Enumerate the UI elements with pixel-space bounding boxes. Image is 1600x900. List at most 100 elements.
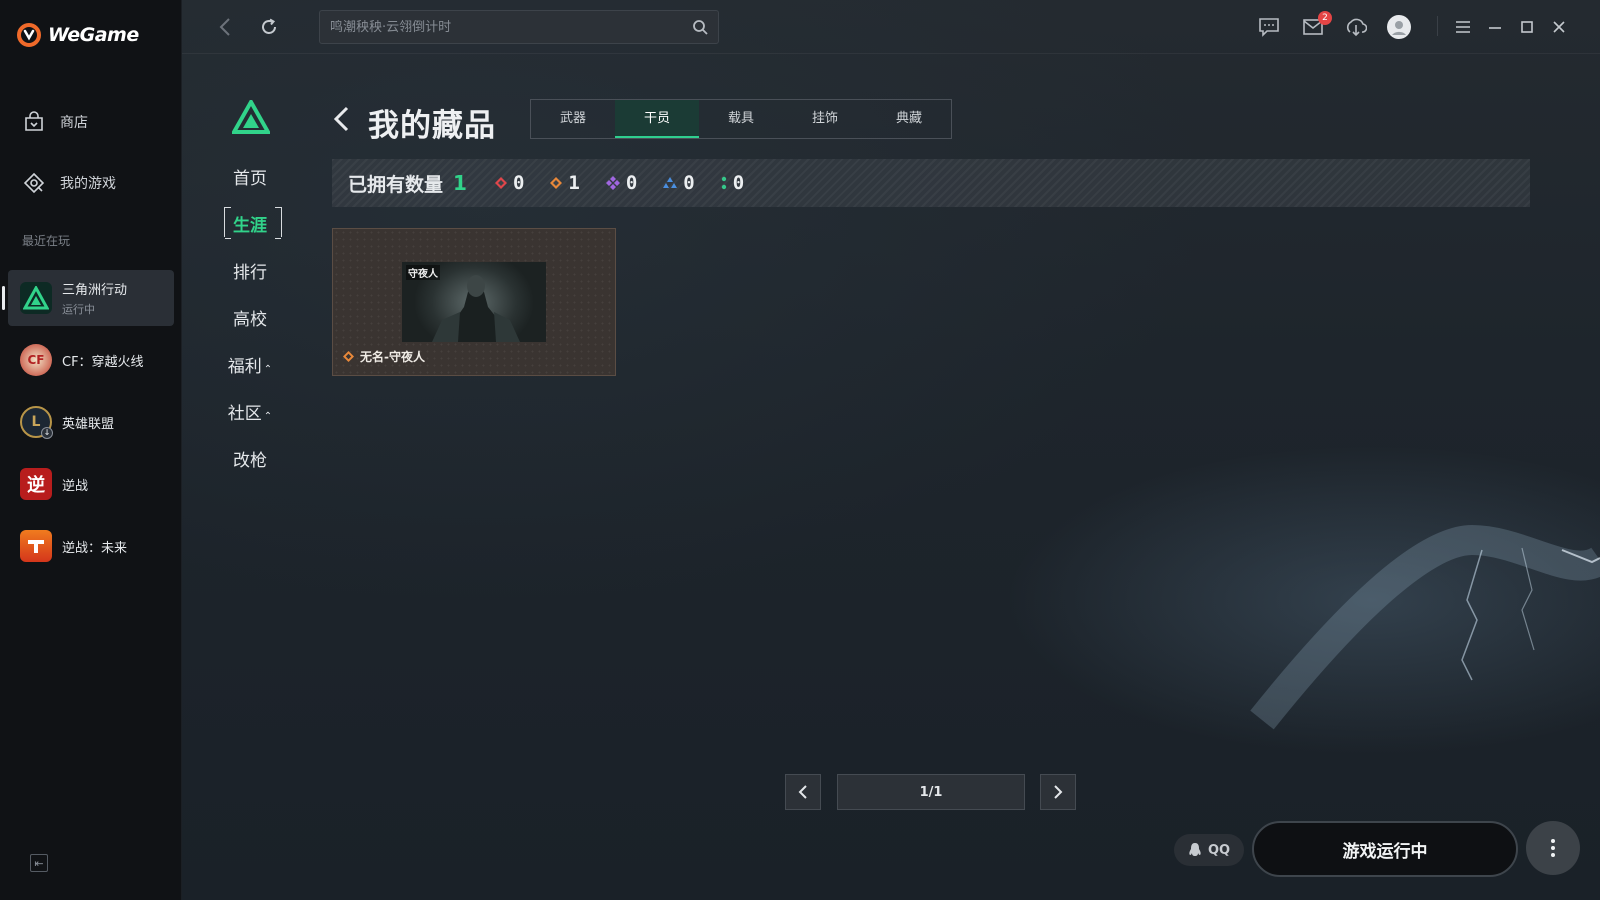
wegame-logo-icon	[17, 23, 41, 47]
next-page-button[interactable]	[1040, 774, 1076, 810]
back-icon	[219, 18, 230, 36]
mail-button[interactable]: 2	[1300, 11, 1332, 40]
sidebar-item-my-games[interactable]: 我的游戏	[22, 171, 116, 195]
wegame-logo[interactable]: WeGame	[16, 22, 139, 48]
game-name: 英雄联盟	[62, 416, 115, 432]
refresh-icon	[262, 18, 276, 34]
dots-icon	[721, 176, 726, 190]
rarity-count: 0	[732, 172, 745, 194]
page-title: 我的藏品	[368, 108, 496, 144]
game-nav-home[interactable]: 首页	[220, 164, 280, 189]
tab-operators[interactable]: 干员	[615, 100, 699, 138]
owned-count-value: 1	[453, 171, 467, 195]
main-area: 2 首页 生涯 排行 高校 福利⌃ 社区⌃ 改枪 我的藏品	[182, 0, 1600, 900]
game-nav-career[interactable]: 生涯	[220, 211, 280, 236]
game-name: 逆战：未来	[62, 540, 128, 556]
sidebar-game-crossfire[interactable]: CF CF：穿越火线	[8, 332, 174, 388]
brand-name: WeGame	[48, 24, 139, 46]
owned-stats-bar: 已拥有数量 1 0 1 0 0 0	[332, 159, 1530, 207]
back-nav-button[interactable]	[212, 14, 238, 40]
prev-page-button[interactable]	[785, 774, 821, 810]
game-nav-label: 福利	[227, 357, 262, 377]
rarity-blue: 0	[663, 172, 695, 194]
qq-button[interactable]: QQ	[1174, 834, 1244, 866]
store-bag-icon	[25, 111, 43, 131]
game-nav-welfare[interactable]: 福利 ⌃	[220, 352, 280, 377]
operator-name-label: 无名-守夜人	[360, 350, 425, 364]
rarity-count: 0	[625, 172, 638, 194]
minimize-icon	[1489, 27, 1501, 29]
maximize-button[interactable]	[1514, 14, 1540, 40]
game-nav-community[interactable]: 社区 ⌃	[220, 399, 280, 424]
game-running-button[interactable]: 游戏运行中	[1252, 821, 1518, 877]
topbar-divider	[1437, 16, 1438, 36]
search-bar[interactable]	[319, 10, 719, 44]
search-icon[interactable]	[692, 19, 708, 35]
minimize-button[interactable]	[1482, 14, 1508, 40]
rarity-red: 0	[494, 172, 525, 194]
nizhan-future-icon	[20, 530, 52, 562]
game-nav-college[interactable]: 高校	[220, 305, 280, 330]
rarity-green: 0	[721, 172, 744, 194]
rarity-orange: 1	[550, 172, 580, 194]
game-name: 逆战	[62, 478, 89, 494]
tab-weapons[interactable]: 武器	[531, 100, 615, 138]
collapse-sidebar-button[interactable]: ⇤	[30, 854, 48, 872]
chat-icon	[1259, 18, 1279, 37]
download-icon	[1346, 18, 1367, 37]
sidebar-item-label: 我的游戏	[60, 176, 116, 192]
chevron-up-icon: ⌃	[263, 364, 273, 375]
sidebar-item-store[interactable]: 商店	[22, 110, 88, 134]
chevron-left-icon	[798, 785, 807, 799]
operator-portrait: 守夜人	[402, 262, 546, 342]
game-name: 三角洲行动	[62, 283, 128, 298]
collection-tabs: 武器 干员 载具 挂饰 典藏	[530, 99, 952, 139]
sidebar-game-nizhan-future[interactable]: 逆战：未来	[8, 518, 174, 574]
sidebar-game-delta-force[interactable]: 三角洲行动 运行中	[2, 270, 174, 326]
operator-card[interactable]: 守夜人 无名-守夜人	[332, 228, 616, 376]
user-avatar-button[interactable]	[1386, 14, 1412, 40]
collapse-left-icon: ⇤	[34, 856, 44, 870]
game-nav-label: 社区	[227, 404, 262, 424]
owned-count-label: 已拥有数量	[348, 173, 444, 196]
recent-played-heading: 最近在玩	[22, 234, 71, 248]
chat-button[interactable]	[1256, 14, 1282, 40]
close-icon	[1553, 21, 1565, 33]
triangle-cluster-icon	[663, 177, 678, 188]
mail-badge: 2	[1318, 11, 1332, 25]
diamond-cluster-icon	[605, 176, 620, 190]
delta-force-icon	[20, 282, 52, 314]
game-nav-ranking[interactable]: 排行	[220, 258, 280, 283]
tab-vehicles[interactable]: 载具	[699, 100, 783, 138]
qq-penguin-icon	[1189, 843, 1201, 856]
refresh-button[interactable]	[256, 14, 282, 40]
league-of-legends-icon: L ↓	[20, 406, 53, 439]
download-manager-button[interactable]	[1343, 14, 1369, 40]
game-nav-gun-mod[interactable]: 改枪	[220, 446, 280, 471]
menu-button[interactable]	[1450, 14, 1476, 40]
tab-charms[interactable]: 挂饰	[783, 100, 867, 138]
game-name: CF：穿越火线	[62, 354, 144, 370]
close-window-button[interactable]	[1546, 14, 1572, 40]
delta-force-logo-icon	[232, 100, 270, 134]
rarity-count: 0	[512, 172, 525, 194]
maximize-icon	[1521, 21, 1533, 33]
tab-collection[interactable]: 典藏	[867, 100, 951, 138]
sidebar-game-lol[interactable]: L ↓ 英雄联盟	[8, 394, 174, 450]
game-status: 运行中	[62, 303, 95, 316]
chevron-right-icon	[1054, 785, 1063, 799]
sidebar-item-label: 商店	[60, 115, 88, 131]
rarity-count: 0	[683, 172, 695, 194]
more-options-button[interactable]	[1526, 821, 1580, 875]
more-vertical-icon	[1551, 839, 1555, 857]
sidebar-game-nizhan[interactable]: 逆 逆战	[8, 456, 174, 512]
nizhan-icon: 逆	[20, 468, 52, 500]
search-input[interactable]	[330, 19, 684, 35]
chevron-left-icon	[333, 106, 349, 132]
page-indicator: 1/1	[837, 774, 1025, 810]
diamond-icon	[550, 177, 563, 189]
avatar-icon	[1387, 15, 1411, 39]
page-back-button[interactable]	[330, 104, 352, 134]
top-bar: 2	[182, 0, 1600, 54]
crossfire-icon: CF	[20, 344, 52, 376]
